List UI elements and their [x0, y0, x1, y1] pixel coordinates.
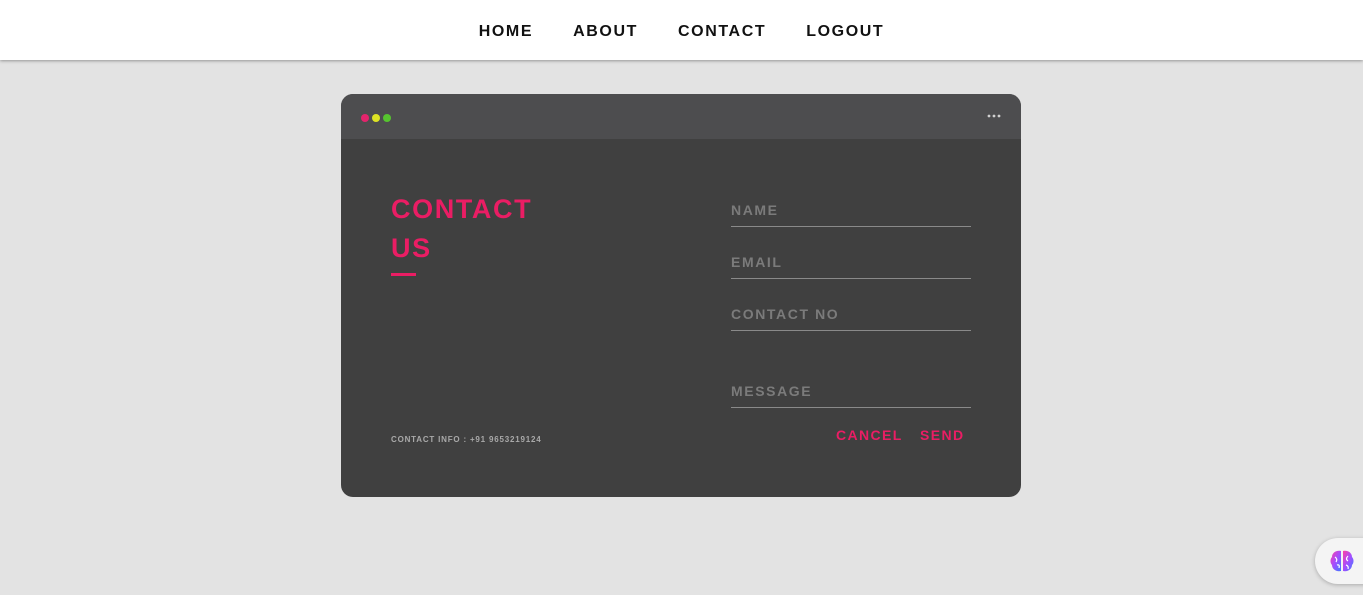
top-navbar: HOME ABOUT CONTACT LOGOUT — [0, 0, 1363, 60]
ellipsis-icon[interactable] — [987, 107, 1001, 121]
window-dot-yellow-icon — [372, 114, 380, 122]
title-underline — [391, 273, 416, 276]
card-title-bar — [341, 94, 1021, 139]
floating-widget-button[interactable] — [1315, 538, 1363, 584]
name-input[interactable] — [731, 196, 971, 224]
window-dot-red-icon — [361, 114, 369, 122]
contact-no-field-wrapper — [731, 300, 971, 331]
nav-menu: HOME ABOUT CONTACT LOGOUT — [0, 0, 1363, 60]
name-field-wrapper — [731, 196, 971, 227]
window-dot-green-icon — [383, 114, 391, 122]
message-field-wrapper — [731, 377, 971, 408]
contact-card: CONTACT US CONTACT INFO : +91 9653219124… — [341, 94, 1021, 497]
nav-logout-link[interactable]: LOGOUT — [806, 23, 884, 41]
title-line-2: US — [391, 233, 432, 263]
send-button[interactable]: SEND — [920, 427, 965, 443]
contact-info-text: CONTACT INFO : +91 9653219124 — [391, 435, 542, 444]
cancel-button[interactable]: CANCEL — [836, 427, 903, 443]
title-line-1: CONTACT — [391, 194, 533, 224]
nav-home-link[interactable]: HOME — [479, 23, 533, 41]
brain-icon — [1330, 550, 1354, 572]
message-input[interactable] — [731, 377, 971, 405]
contact-no-input[interactable] — [731, 300, 971, 328]
page-title: CONTACT US — [391, 190, 532, 268]
nav-about-link[interactable]: ABOUT — [573, 23, 638, 41]
email-input[interactable] — [731, 248, 971, 276]
email-field-wrapper — [731, 248, 971, 279]
nav-contact-link[interactable]: CONTACT — [678, 23, 766, 41]
